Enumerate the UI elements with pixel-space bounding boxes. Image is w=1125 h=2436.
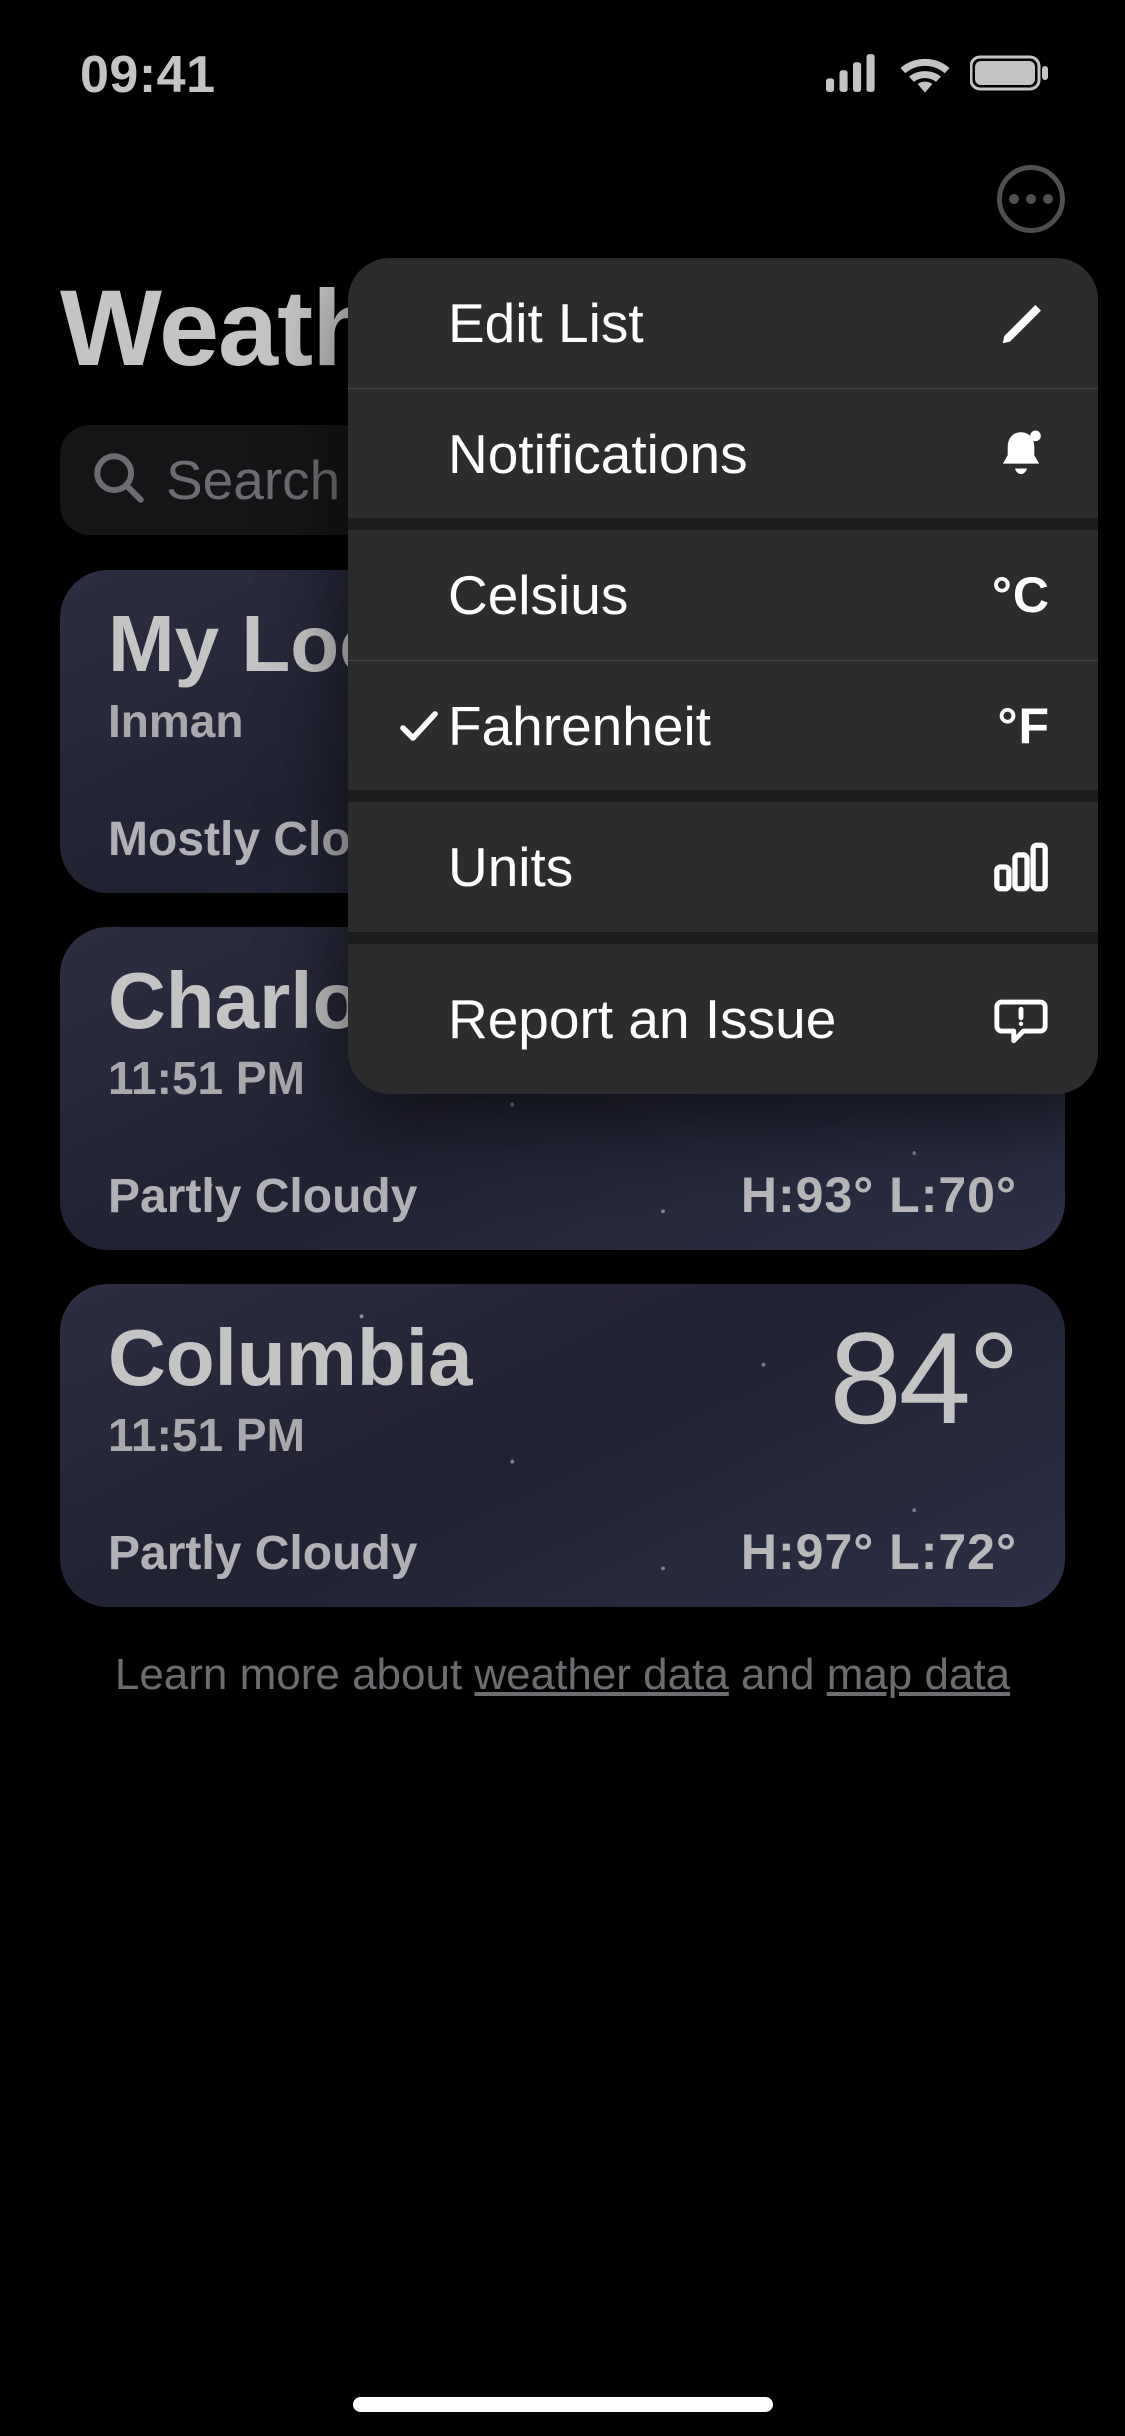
status-right: [826, 46, 1050, 105]
location-card-columbia[interactable]: Columbia 11:51 PM 84° Partly Cloudy H:97…: [60, 1284, 1065, 1607]
cellular-signal-icon: [826, 46, 880, 105]
report-issue-icon: [970, 990, 1050, 1048]
options-menu: Edit List Notifications: [348, 258, 1098, 1094]
footer-prefix: Learn more about: [115, 1650, 475, 1699]
menu-label: Fahrenheit: [448, 694, 970, 758]
menu-label: Report an Issue: [448, 987, 970, 1051]
status-time: 09:41: [80, 45, 216, 105]
footer-mid: and: [729, 1650, 827, 1699]
card-high-low: H:97° L:72°: [741, 1523, 1017, 1581]
checkmark-icon: [390, 702, 448, 750]
battery-icon: [970, 54, 1050, 97]
more-options-button[interactable]: [997, 165, 1065, 233]
menu-item-notifications[interactable]: Notifications: [348, 388, 1098, 518]
card-condition: Partly Cloudy: [108, 1169, 417, 1224]
card-temperature: 84°: [829, 1303, 1017, 1453]
status-bar: 09:41: [0, 0, 1125, 150]
card-subtitle: 11:51 PM: [108, 1408, 472, 1462]
unit-symbol: °C: [970, 566, 1050, 624]
card-high-low: H:93° L:70°: [741, 1166, 1017, 1224]
menu-label: Units: [448, 835, 970, 899]
card-condition: Partly Cloudy: [108, 1526, 417, 1581]
ellipsis-icon: [1009, 194, 1053, 204]
menu-label: Edit List: [448, 291, 970, 355]
bell-icon: [970, 425, 1050, 483]
menu-item-units[interactable]: Units: [348, 802, 1098, 932]
map-data-link[interactable]: map data: [827, 1650, 1010, 1699]
menu-item-report-issue[interactable]: Report an Issue: [348, 944, 1098, 1094]
card-title: Columbia: [108, 1318, 472, 1398]
menu-item-fahrenheit[interactable]: Fahrenheit °F: [348, 660, 1098, 790]
units-icon: [970, 838, 1050, 896]
weather-data-link[interactable]: weather data: [474, 1650, 728, 1699]
menu-label: Celsius: [448, 563, 970, 627]
home-indicator[interactable]: [353, 2397, 773, 2412]
pencil-icon: [970, 296, 1050, 350]
unit-symbol: °F: [970, 697, 1050, 755]
menu-item-edit-list[interactable]: Edit List: [348, 258, 1098, 388]
wifi-icon: [898, 46, 952, 105]
menu-label: Notifications: [448, 422, 970, 486]
footer-note: Learn more about weather data and map da…: [0, 1650, 1125, 1700]
search-icon: [90, 449, 148, 512]
menu-item-celsius[interactable]: Celsius °C: [348, 530, 1098, 660]
